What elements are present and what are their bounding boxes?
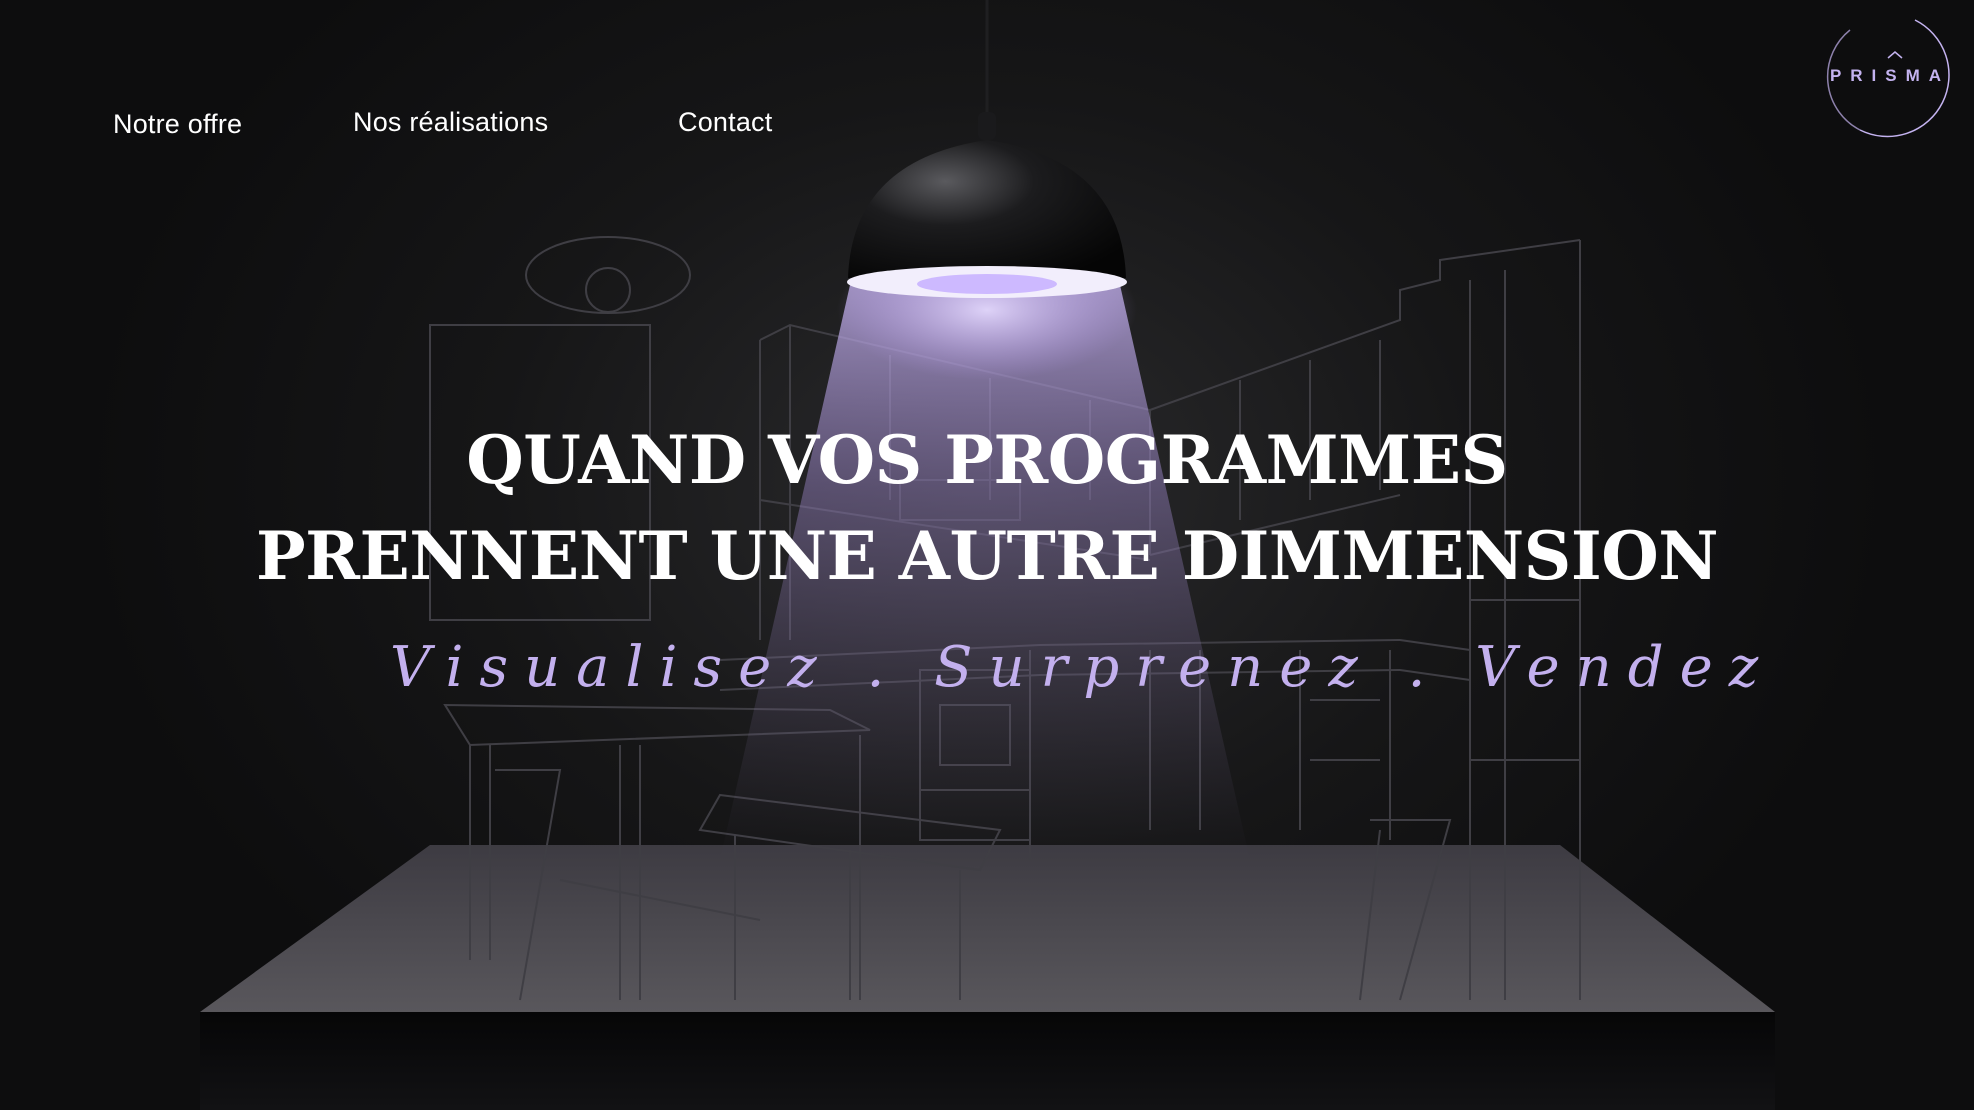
headline-line-2: PRENNENT UNE AUTRE DIMMENSION [255, 517, 1719, 595]
hero-headline: QUAND VOS PROGRAMMES PRENNENT UNE AUTRE … [0, 412, 1974, 604]
nav-link-nos-realisations[interactable]: Nos réalisations [353, 107, 548, 138]
logo-wordmark: PRISMA [1829, 66, 1951, 85]
pedestal-floor [200, 845, 1775, 1012]
prisma-logo[interactable]: PRISMA [1820, 10, 1960, 140]
pedestal-block [200, 1012, 1775, 1110]
hero-tagline: Visualisez . Surprenez . Vendez [390, 635, 1775, 700]
nav-link-contact[interactable]: Contact [678, 107, 772, 138]
hero-page: Notre offre Nos réalisations Contact PRI… [0, 0, 1974, 1110]
main-nav: Notre offre Nos réalisations Contact [0, 0, 1974, 160]
headline-line-1: QUAND VOS PROGRAMMES [466, 421, 1508, 499]
nav-link-notre-offre[interactable]: Notre offre [113, 109, 242, 140]
